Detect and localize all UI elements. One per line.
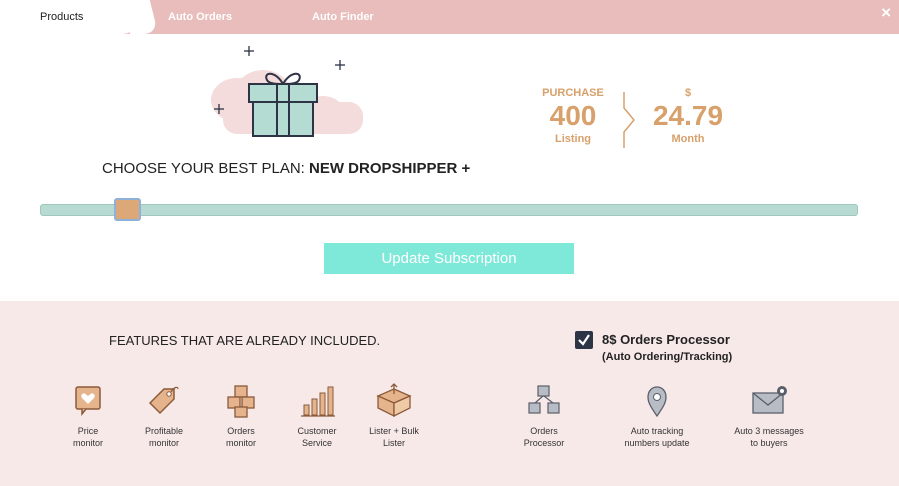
chevron-right-icon xyxy=(623,92,635,148)
update-subscription-button[interactable]: Update Subscription xyxy=(324,243,574,274)
close-icon[interactable]: × xyxy=(881,3,891,23)
price-summary: PURCHASE 400 Listing $ 24.79 Month xyxy=(530,86,740,152)
tab-bar: Products Auto Orders Auto Finder × xyxy=(0,0,899,34)
listing-summary: PURCHASE 400 Listing xyxy=(530,86,616,146)
plan-label: CHOOSE YOUR BEST PLAN: xyxy=(102,160,305,177)
orders-monitor-icon xyxy=(227,385,255,418)
plan-slider-track[interactable] xyxy=(40,204,858,216)
price-unit: Month xyxy=(671,133,705,145)
feature-label: Lister + Bulk Lister xyxy=(369,426,419,448)
feature-label: Auto 3 messages to buyers xyxy=(734,426,804,448)
feature-label: Orders monitor xyxy=(225,426,256,448)
feature-label: Profitable monitor xyxy=(144,426,184,448)
orders-processor-checkbox[interactable] xyxy=(575,331,593,349)
feature-orders-processor: Orders Processor xyxy=(504,383,584,449)
checkmark-icon xyxy=(578,334,590,346)
tab-products[interactable]: Products xyxy=(0,0,140,34)
tab-auto-finder[interactable]: Auto Finder xyxy=(312,0,374,34)
feature-label: Customer Service xyxy=(297,426,337,448)
tab-auto-orders[interactable]: Auto Orders xyxy=(168,0,232,34)
feature-lister: Lister + Bulk Lister xyxy=(354,383,434,449)
feature-orders-monitor: Orders monitor xyxy=(201,383,281,449)
profitable-monitor-icon xyxy=(148,386,179,415)
addon-label: 8$ Orders Processor xyxy=(602,332,730,347)
plan-title: CHOOSE YOUR BEST PLAN: NEW DROPSHIPPER + xyxy=(102,160,470,177)
bar-chart-icon xyxy=(301,386,335,417)
listing-unit: Listing xyxy=(554,133,592,145)
price-monitor-icon xyxy=(75,386,101,417)
listing-count: 400 xyxy=(549,100,597,131)
feature-auto-tracking: Auto tracking numbers update xyxy=(617,383,697,449)
location-pin-icon xyxy=(647,386,667,418)
features-heading: FEATURES THAT ARE ALREADY INCLUDED. xyxy=(109,333,381,348)
feature-label: Orders Processor xyxy=(523,426,565,448)
feature-label: Price monitor xyxy=(72,426,103,448)
price-per-month: $ 24.79 Month xyxy=(640,86,736,146)
feature-price-monitor: Price monitor xyxy=(48,383,128,449)
feature-profitable-monitor: Profitable monitor xyxy=(124,383,204,449)
currency-symbol: $ xyxy=(684,87,692,99)
gift-icon xyxy=(211,46,363,137)
plan-name: NEW DROPSHIPPER + xyxy=(309,160,471,177)
feature-label: Auto tracking numbers update xyxy=(624,426,690,448)
envelope-icon xyxy=(752,386,787,414)
feature-customer-service: Customer Service xyxy=(277,383,357,449)
features-panel: FEATURES THAT ARE ALREADY INCLUDED. 8$ O… xyxy=(0,301,899,486)
lister-icon xyxy=(376,383,412,418)
plan-slider-handle[interactable] xyxy=(114,198,141,221)
purchase-caption: PURCHASE xyxy=(542,87,604,99)
price-value: 24.79 xyxy=(652,100,724,131)
addon-sublabel: (Auto Ordering/Tracking) xyxy=(602,351,733,363)
orders-processor-icon xyxy=(528,385,560,414)
feature-auto-messages: Auto 3 messages to buyers xyxy=(729,383,809,449)
